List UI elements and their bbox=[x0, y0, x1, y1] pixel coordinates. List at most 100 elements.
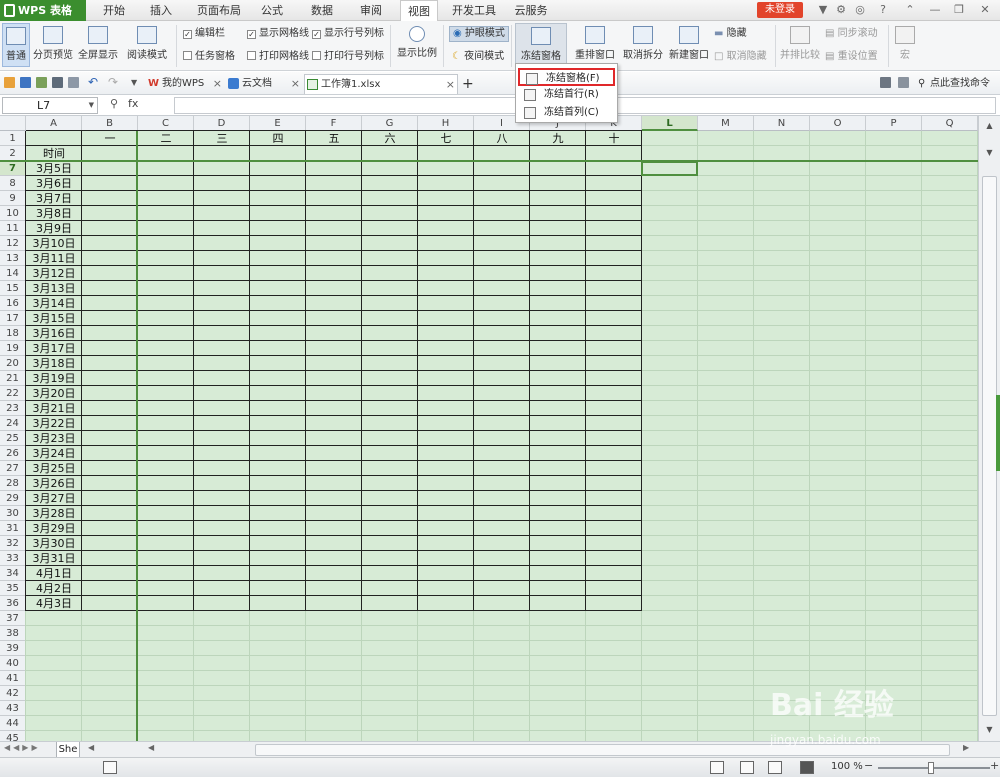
print-gridlines-checkbox[interactable]: 打印网格线 bbox=[247, 50, 309, 64]
table-cell[interactable]: 3月7日 bbox=[26, 191, 82, 206]
row-header[interactable]: 40 bbox=[0, 656, 26, 671]
row-header[interactable]: 14 bbox=[0, 266, 26, 281]
table-cell[interactable]: 3月23日 bbox=[26, 431, 82, 446]
row-header[interactable]: 39 bbox=[0, 641, 26, 656]
column-header[interactable]: P bbox=[866, 116, 922, 131]
table-cell[interactable]: 四 bbox=[250, 131, 306, 146]
settings-icon[interactable]: ⚙ bbox=[834, 3, 848, 17]
print-headers-checkbox[interactable]: 打印行号列标 bbox=[312, 50, 384, 64]
scroll-down-icon[interactable]: ▼ bbox=[982, 724, 997, 736]
tab-home[interactable]: 开始 bbox=[96, 0, 132, 21]
column-header[interactable]: H bbox=[418, 116, 474, 131]
new-window-button[interactable]: 新建窗口 bbox=[667, 23, 711, 67]
table-cell[interactable]: 3月10日 bbox=[26, 236, 82, 251]
sheet-tab[interactable]: She bbox=[56, 742, 80, 758]
row-header[interactable]: 30 bbox=[0, 506, 26, 521]
reading-mode-button[interactable]: 阅读模式 bbox=[122, 23, 172, 67]
column-header[interactable]: E bbox=[250, 116, 306, 131]
row-header[interactable]: 1 bbox=[0, 131, 26, 146]
restore-icon[interactable]: ❐ bbox=[952, 3, 966, 17]
table-cell[interactable]: 3月19日 bbox=[26, 371, 82, 386]
redo-icon[interactable]: ↷ bbox=[108, 76, 119, 88]
table-cell[interactable]: 三 bbox=[194, 131, 250, 146]
column-header[interactable]: O bbox=[810, 116, 866, 131]
table-cell[interactable]: 七 bbox=[418, 131, 474, 146]
scroll-down-icon[interactable]: ▼ bbox=[982, 147, 997, 159]
doc-tab-cloud-docs[interactable]: 云文档 × bbox=[226, 74, 302, 94]
zoom-formula-icon[interactable]: ⚲ bbox=[110, 97, 118, 110]
help-icon[interactable]: ? bbox=[876, 3, 890, 17]
row-header[interactable]: 20 bbox=[0, 356, 26, 371]
search-command[interactable]: ⚲ 点此查找命令 bbox=[916, 74, 1000, 94]
page-break-view-icon[interactable] bbox=[740, 761, 754, 774]
hscroll-left-icon[interactable]: ◀ bbox=[148, 743, 154, 752]
table-cell[interactable]: 二 bbox=[138, 131, 194, 146]
table-cell[interactable]: 十 bbox=[586, 131, 642, 146]
doc-tab-my-wps[interactable]: W 我的WPS × bbox=[146, 74, 224, 94]
page-preview-button[interactable]: 分页预览 bbox=[33, 23, 73, 67]
column-header[interactable]: N bbox=[754, 116, 810, 131]
side-panel-handle[interactable] bbox=[996, 395, 1000, 471]
column-header[interactable]: F bbox=[306, 116, 362, 131]
normal-view-button[interactable]: 普通 bbox=[2, 23, 30, 67]
zoom-level[interactable]: 100 % bbox=[831, 761, 863, 772]
column-header[interactable]: D bbox=[194, 116, 250, 131]
unhide-button[interactable]: □ 取消隐藏 bbox=[714, 50, 767, 64]
minimize-icon[interactable]: — bbox=[928, 3, 942, 17]
table-cell[interactable]: 3月27日 bbox=[26, 491, 82, 506]
eye-mode-button[interactable]: ◉ 护眼模式 bbox=[449, 26, 509, 42]
table-cell[interactable]: 3月11日 bbox=[26, 251, 82, 266]
hscroll-right-icon[interactable]: ▶ bbox=[963, 743, 969, 752]
row-header[interactable]: 41 bbox=[0, 671, 26, 686]
arrange-windows-button[interactable]: 重排窗口 bbox=[570, 23, 620, 67]
undo-icon[interactable]: ↶ bbox=[88, 76, 99, 88]
tab-review[interactable]: 审阅 bbox=[353, 0, 389, 21]
row-header[interactable]: 33 bbox=[0, 551, 26, 566]
table-cell[interactable]: 3月14日 bbox=[26, 296, 82, 311]
table-cell[interactable]: 3月30日 bbox=[26, 536, 82, 551]
row-header[interactable]: 45 bbox=[0, 731, 26, 741]
table-cell[interactable]: 3月20日 bbox=[26, 386, 82, 401]
table-cell[interactable]: 九 bbox=[530, 131, 586, 146]
table-cell[interactable]: 3月15日 bbox=[26, 311, 82, 326]
row-header[interactable]: 19 bbox=[0, 341, 26, 356]
row-header[interactable]: 15 bbox=[0, 281, 26, 296]
tab-scroll-left-icon[interactable]: ◀ bbox=[88, 743, 94, 752]
tab-insert[interactable]: 插入 bbox=[143, 0, 179, 21]
row-header[interactable]: 36 bbox=[0, 596, 26, 611]
tab-formulas[interactable]: 公式 bbox=[254, 0, 290, 21]
table-cell[interactable]: 4月3日 bbox=[26, 596, 82, 611]
freeze-first-column-option[interactable]: 冻结首列(C) bbox=[518, 104, 615, 122]
macro-button[interactable]: 宏 bbox=[892, 23, 918, 67]
row-header[interactable]: 11 bbox=[0, 221, 26, 236]
table-cell[interactable]: 3月18日 bbox=[26, 356, 82, 371]
row-header[interactable]: 31 bbox=[0, 521, 26, 536]
freeze-panes-option[interactable]: 冻结窗格(F) bbox=[518, 68, 615, 86]
login-button[interactable]: 未登录 bbox=[757, 2, 803, 18]
row-header[interactable]: 43 bbox=[0, 701, 26, 716]
row-header[interactable]: 16 bbox=[0, 296, 26, 311]
row-header[interactable]: 23 bbox=[0, 401, 26, 416]
tab-data[interactable]: 数据 bbox=[304, 0, 340, 21]
row-header[interactable]: 7 bbox=[0, 161, 26, 176]
table-cell[interactable]: 3月29日 bbox=[26, 521, 82, 536]
freeze-first-row-option[interactable]: 冻结首行(R) bbox=[518, 86, 615, 104]
eye-protection-icon[interactable] bbox=[800, 761, 814, 774]
table-cell[interactable]: 3月6日 bbox=[26, 176, 82, 191]
table-cell[interactable]: 3月9日 bbox=[26, 221, 82, 236]
row-header[interactable]: 32 bbox=[0, 536, 26, 551]
side-by-side-button[interactable]: 并排比较 bbox=[779, 23, 821, 67]
window-icon[interactable] bbox=[898, 77, 909, 88]
spreadsheet-grid[interactable]: A B C D E F G H I J K L M N O P Q 1 2 7 8 9 10 11 12 13 14 15 16 17 18… bbox=[0, 116, 978, 741]
table-cell[interactable]: 4月1日 bbox=[26, 566, 82, 581]
column-header[interactable]: A bbox=[26, 116, 82, 131]
show-gridlines-checkbox[interactable]: ✓ 显示网格线 bbox=[247, 27, 309, 41]
select-all-corner[interactable] bbox=[0, 116, 26, 131]
tab-developer[interactable]: 开发工具 bbox=[450, 0, 498, 21]
table-cell[interactable]: 一 bbox=[82, 131, 138, 146]
tab-view[interactable]: 视图 bbox=[400, 0, 438, 22]
column-header[interactable]: B bbox=[82, 116, 138, 131]
row-header[interactable]: 34 bbox=[0, 566, 26, 581]
close-tab-icon[interactable]: × bbox=[291, 74, 300, 94]
zoom-out-icon[interactable]: − bbox=[864, 759, 873, 772]
